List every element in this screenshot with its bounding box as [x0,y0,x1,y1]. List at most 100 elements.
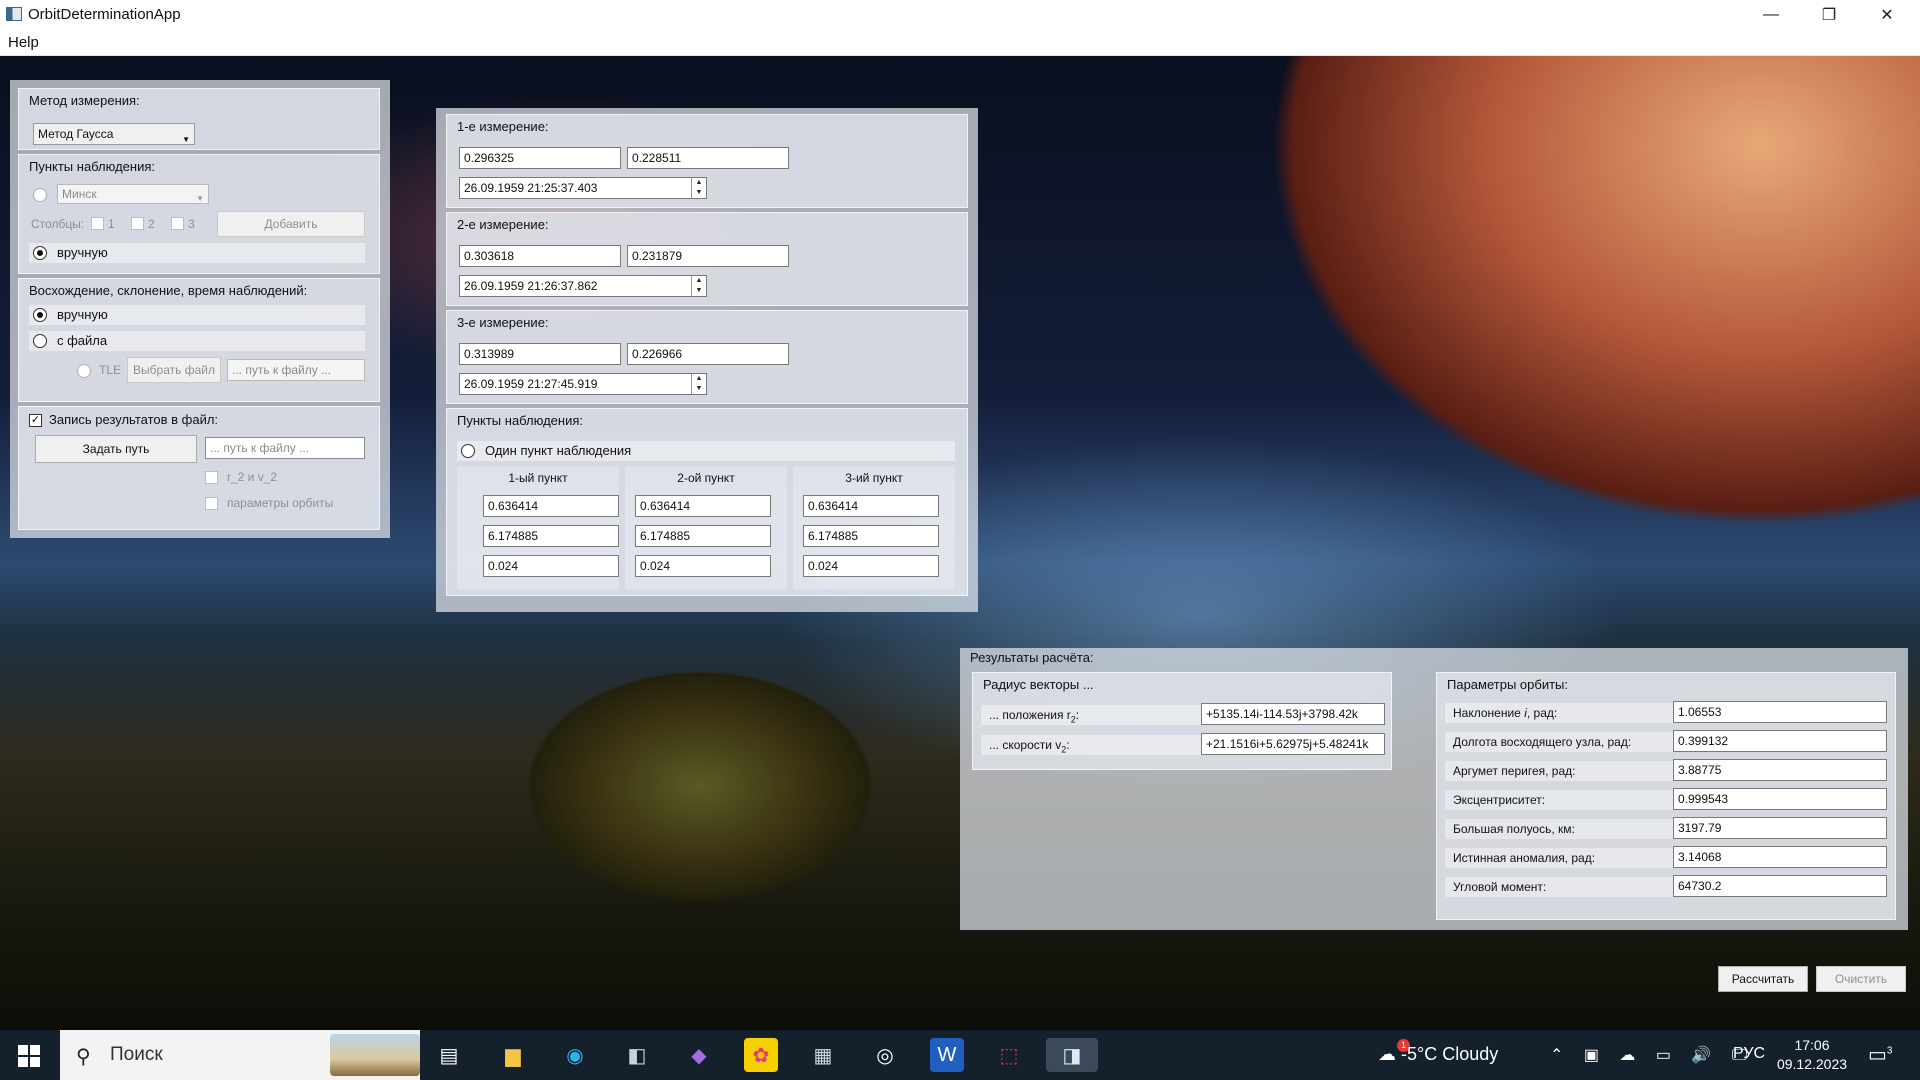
point-3-lat-input[interactable]: 0.636414 [803,495,939,517]
search-icon: ⚲ [76,1046,91,1068]
orbit-param-value[interactable]: 3.88775 [1673,759,1887,781]
tle-label: TLE [99,363,122,377]
stations-group: Пункты наблюдения: Минск ▼ Столбцы: 1 2 … [18,154,380,274]
word-icon[interactable]: W [930,1038,964,1072]
pdf-reader-icon[interactable]: ⬚ [992,1038,1026,1072]
menu-help[interactable]: Help [8,34,39,51]
measurement-1-time-value: 26.09.1959 21:25:37.403 [464,181,598,195]
system-tray-icons[interactable]: ⌃ ▣ ☁ ▭ 🔊 🖵 [1550,1045,1755,1065]
record-title: Запись результатов в файл: [49,412,219,427]
point-2-alt-input[interactable]: 0.024 [635,555,771,577]
orbit-param-value[interactable]: 0.399132 [1673,730,1887,752]
orbit-param-label-text: Аргумет перигея, рад: [1453,764,1576,778]
record-path-input[interactable]: ... путь к файлу ... [205,437,365,459]
visual-studio-icon[interactable]: ◆ [682,1038,716,1072]
windows-start-icon[interactable] [18,1045,40,1067]
maximize-button[interactable]: ❐ [1800,0,1858,30]
measurement-2-time-input[interactable]: 26.09.1959 21:26:37.862 ▲ ▼ [459,275,707,297]
radio-tle[interactable] [77,364,91,378]
paint-app-icon[interactable]: ✿ [744,1038,778,1072]
spin-arrows-icon[interactable]: ▲ ▼ [691,178,706,198]
file-explorer-icon[interactable]: ▆ [496,1038,530,1072]
measurement-2-ra-input[interactable]: 0.303618 [459,245,621,267]
radec-path-input[interactable]: ... путь к файлу ... [227,359,365,381]
input-language[interactable]: РУС [1733,1045,1765,1063]
orbit-param-value[interactable]: 1.06553 [1673,701,1887,723]
notification-center-icon[interactable]: ▭3 [1868,1042,1892,1067]
orbit-param-value[interactable]: 0.999543 [1673,788,1887,810]
point-1-alt-input[interactable]: 0.024 [483,555,619,577]
column-1-label: 1 [108,217,115,231]
position-vector-output[interactable]: +5135.14i-114.53j+3798.42k [1201,703,1385,725]
search-placeholder: Поиск [110,1044,163,1065]
minimize-button[interactable]: — [1742,0,1800,30]
orbit-params-label: параметры орбиты [227,496,334,510]
velocity-label: ... скорости v2: [981,735,1201,755]
radio-radec-file[interactable] [33,334,47,348]
measurement-3-dec-input[interactable]: 0.226966 [627,343,789,365]
edge-browser-icon[interactable]: ◉ [558,1038,592,1072]
weather-widget[interactable]: ☁ -5°C Cloudy [1378,1044,1498,1065]
spin-arrows-icon[interactable]: ▲ ▼ [691,374,706,394]
point-1-lat-input[interactable]: 0.636414 [483,495,619,517]
manual-stations-label: вручную [57,245,108,260]
radius-vectors-title: Радиус векторы ... [983,677,1094,692]
measurement-3-ra-input[interactable]: 0.313989 [459,343,621,365]
orbit-params-checkbox[interactable] [205,497,218,510]
measurement-2-dec-input[interactable]: 0.231879 [627,245,789,267]
radio-single-point[interactable] [461,444,475,458]
orbit-param-value[interactable]: 3.14068 [1673,846,1887,868]
chevron-down-icon: ▼ [182,135,190,144]
results-title: Результаты расчёта: [970,650,1094,665]
clock-time: 17:06 [1794,1037,1830,1053]
radio-radec-manual[interactable] [33,308,47,322]
choose-file-button[interactable]: Выбрать файл [127,357,221,383]
velocity-label-text: ... скорости v [989,738,1062,752]
measurement-3-time-input[interactable]: 26.09.1959 21:27:45.919 ▲ ▼ [459,373,707,395]
set-path-button[interactable]: Задать путь [35,435,197,463]
clear-button[interactable]: Очистить [1816,966,1906,992]
point-1-lon-input[interactable]: 6.174885 [483,525,619,547]
clock[interactable]: 17:06 09.12.2023 [1770,1036,1854,1074]
measurement-1-time-input[interactable]: 26.09.1959 21:25:37.403 ▲ ▼ [459,177,707,199]
measurement-2-title: 2-е измерение: [457,217,549,232]
method-combobox[interactable]: Метод Гаусса ▼ [33,123,195,145]
radius-vectors-group: Радиус векторы ... ... положения r2: +51… [972,672,1392,770]
column-3-checkbox[interactable] [171,217,184,230]
orbit-param-label: Долгота восходящего узла, рад: [1445,732,1673,752]
media-player-icon[interactable]: ◎ [868,1038,902,1072]
orbit-param-label: Эксцентриситет: [1445,790,1673,810]
measurement-1-ra-input[interactable]: 0.296325 [459,147,621,169]
orbit-app-taskbar-icon[interactable]: ◨ [1046,1038,1098,1072]
column-1-checkbox[interactable] [91,217,104,230]
point-3-alt-input[interactable]: 0.024 [803,555,939,577]
measurement-1-group: 1-е измерение: 0.296325 0.228511 26.09.1… [446,114,968,208]
calculator-icon[interactable]: ▦ [806,1038,840,1072]
spin-arrows-icon[interactable]: ▲ ▼ [691,276,706,296]
record-checkbox[interactable]: ✓ [29,414,42,427]
radec-file-label: с файла [57,333,108,348]
radio-city[interactable] [33,188,47,202]
point-2-lon-input[interactable]: 6.174885 [635,525,771,547]
point-3-lon-input[interactable]: 6.174885 [803,525,939,547]
point-2-lat-input[interactable]: 0.636414 [635,495,771,517]
task-view-icon[interactable]: ▤ [432,1038,466,1072]
close-button[interactable]: ✕ [1858,0,1916,30]
city-combobox[interactable]: Минск ▼ [57,184,209,204]
add-button[interactable]: Добавить [217,211,365,237]
weather-text: -5°C Cloudy [1401,1044,1499,1064]
velocity-vector-output[interactable]: +21.1516i+5.62975j+5.48241k [1201,733,1385,755]
search-highlight-image [330,1034,420,1076]
r2-v2-checkbox[interactable] [205,471,218,484]
wallpaper-mesa [470,616,930,1030]
taskbar-search[interactable]: ⚲ Поиск [60,1030,420,1080]
orbit-param-value[interactable]: 3197.79 [1673,817,1887,839]
orbit-param-value[interactable]: 64730.2 [1673,875,1887,897]
measurements-panel: 1-е измерение: 0.296325 0.228511 26.09.1… [436,108,978,612]
calculate-button[interactable]: Рассчитать [1718,966,1808,992]
app-window-icon[interactable]: ◧ [620,1038,654,1072]
column-2-checkbox[interactable] [131,217,144,230]
measurement-1-dec-input[interactable]: 0.228511 [627,147,789,169]
radio-manual-stations[interactable] [33,246,47,260]
orbit-param-label-text: Большая полуось, км: [1453,822,1575,836]
